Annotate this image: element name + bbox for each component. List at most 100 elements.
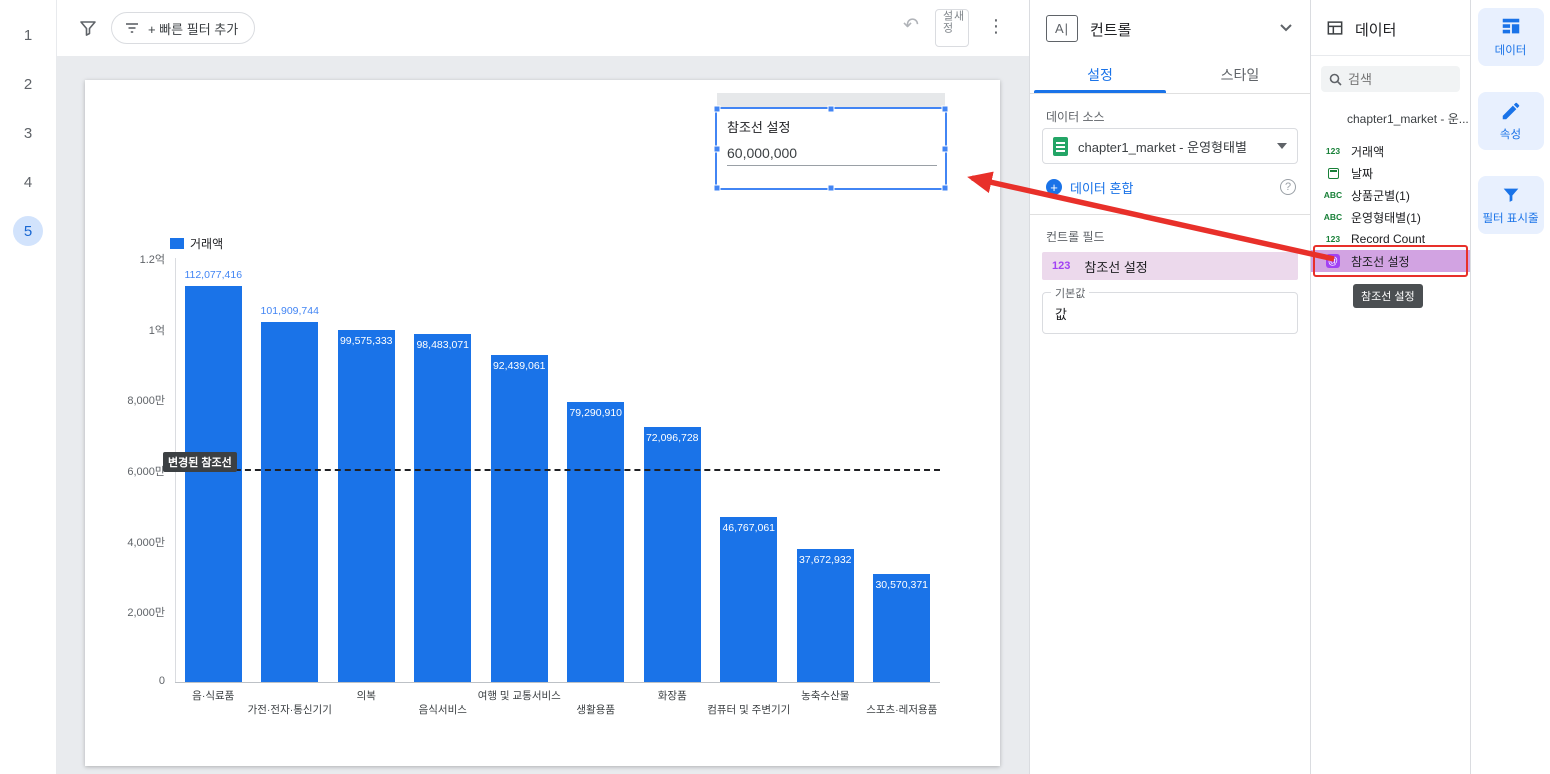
text-field-icon: ABC bbox=[1323, 212, 1343, 222]
bar-value-label: 92,439,061 bbox=[492, 360, 546, 372]
data-table-icon bbox=[1500, 16, 1522, 38]
y-axis-tick-label: 2,000만 bbox=[127, 607, 165, 620]
selection-handle[interactable] bbox=[827, 184, 835, 192]
tab-settings[interactable]: 설정 bbox=[1030, 56, 1170, 93]
y-axis-tick-label: 4,000만 bbox=[127, 536, 165, 549]
looker-studio-app: 12345 + 빠른 필터 추가 ↶ 새 설정 ⋮ 거래액 0 2,000만 4,0… bbox=[0, 0, 1550, 774]
control-widget[interactable]: 참조선 설정 bbox=[713, 105, 949, 192]
pencil-icon bbox=[1500, 100, 1522, 122]
bar-5[interactable] bbox=[567, 402, 625, 682]
default-value-box[interactable]: 기본값 값 bbox=[1042, 285, 1298, 334]
data-field-item[interactable]: ABC 운영형태별(1) bbox=[1311, 206, 1470, 228]
data-source-name: chapter1_market - 운영형태별 bbox=[1078, 139, 1247, 155]
selection-handle[interactable] bbox=[713, 145, 721, 152]
selection-handle[interactable] bbox=[713, 184, 721, 192]
filter-icon[interactable] bbox=[77, 17, 99, 39]
search-input[interactable] bbox=[1348, 71, 1452, 87]
sidebar-tile-label: 필터 표시줄 bbox=[1482, 213, 1539, 225]
text-field-icon: ABC bbox=[1323, 190, 1343, 200]
control-field-chip[interactable]: 123 참조선 설정 bbox=[1042, 252, 1298, 280]
bar-1[interactable] bbox=[261, 322, 319, 682]
bar-4[interactable] bbox=[490, 355, 548, 682]
report-page[interactable]: 거래액 0 2,000만 4,000만 6,000만 8,000만 1억 1.2억 112,0… bbox=[85, 80, 1000, 766]
bar-value-label: 99,575,333 bbox=[339, 335, 393, 347]
page-nav-item-3[interactable]: 3 bbox=[13, 118, 43, 148]
x-axis-category-label: 컴퓨터 및 주변기기 bbox=[707, 704, 791, 716]
x-axis-line bbox=[175, 682, 940, 683]
page-nav-item-2[interactable]: 2 bbox=[13, 69, 43, 99]
plus-circle-icon[interactable] bbox=[1046, 179, 1062, 195]
sidebar-tile-properties[interactable]: 속성 bbox=[1477, 92, 1544, 150]
reference-line bbox=[175, 469, 940, 471]
data-source-section-label: 데이터 소스 bbox=[1046, 110, 1105, 124]
selection-handle[interactable] bbox=[941, 105, 949, 113]
data-panel-header: 데이터 bbox=[1311, 0, 1470, 56]
bar-value-label: 79,290,910 bbox=[569, 407, 623, 419]
selection-handle[interactable] bbox=[941, 145, 949, 152]
x-axis-category-label: 여행 및 교통서비스 bbox=[477, 690, 561, 702]
sidebar-tile-label: 데이터 bbox=[1494, 45, 1527, 57]
filter-list-icon bbox=[126, 23, 138, 33]
data-field-item[interactable]: @ 참조선 설정 bbox=[1311, 250, 1470, 272]
number-field-icon: 123 bbox=[1052, 260, 1071, 272]
data-field-item[interactable]: 날짜 bbox=[1311, 162, 1470, 184]
search-box[interactable] bbox=[1321, 66, 1460, 92]
data-table-icon bbox=[1327, 21, 1343, 35]
control-field-section-label: 컨트롤 필드 bbox=[1046, 230, 1105, 244]
sidebar-tile-data[interactable]: 데이터 bbox=[1477, 8, 1544, 66]
bar-0[interactable] bbox=[184, 286, 242, 682]
field-tooltip: 참조선 설정 bbox=[1353, 284, 1423, 308]
control-panel-tabs: 설정 스타일 bbox=[1030, 56, 1310, 94]
data-field-item[interactable]: 123 Record Count bbox=[1311, 228, 1470, 250]
more-options-icon[interactable]: ⋮ bbox=[987, 16, 1005, 37]
bar-6[interactable] bbox=[643, 427, 701, 682]
default-value-label: 기본값 bbox=[1051, 285, 1090, 301]
control-properties-panel: 컨트롤 설정 스타일 데이터 소스 chapter1_market - 운영형태… bbox=[1029, 0, 1310, 774]
new-setting-button[interactable]: 새 설정 bbox=[935, 9, 969, 47]
chevron-down-icon[interactable] bbox=[1280, 24, 1292, 32]
help-icon[interactable] bbox=[1280, 179, 1296, 195]
sidebar-tile-filter-bar[interactable]: 필터 표시줄 bbox=[1477, 176, 1544, 234]
x-axis-category-label: 가전·전자·통신기기 bbox=[247, 704, 332, 716]
control-field-name: 참조선 설정 bbox=[1084, 259, 1148, 275]
bar-7[interactable] bbox=[720, 517, 778, 682]
add-quick-filter-button[interactable]: + 빠른 필터 추가 bbox=[111, 12, 256, 44]
bar-3[interactable] bbox=[414, 334, 472, 682]
y-axis-tick-label: 6,000만 bbox=[127, 466, 165, 478]
canvas-toolbar: + 빠른 필터 추가 ↶ 새 설정 ⋮ bbox=[57, 0, 1029, 56]
y-axis-tick-label: 8,000만 bbox=[127, 395, 165, 408]
caret-down-icon bbox=[1277, 143, 1287, 149]
undo-icon[interactable]: ↶ bbox=[903, 14, 919, 37]
text-control-icon bbox=[1046, 15, 1078, 42]
legend-label: 거래액 bbox=[190, 237, 224, 251]
right-sidebar: 데이터속성필터 표시줄 bbox=[1470, 0, 1550, 774]
bar-8[interactable] bbox=[796, 549, 854, 682]
data-field-item[interactable]: ABC 상품군별(1) bbox=[1311, 184, 1470, 206]
x-axis-category-label: 음·식료품 bbox=[192, 690, 235, 702]
selection-handle[interactable] bbox=[713, 105, 721, 113]
x-axis-category-label: 음식서비스 bbox=[418, 704, 467, 716]
selection-handle[interactable] bbox=[827, 105, 835, 113]
page-nav-item-4[interactable]: 4 bbox=[13, 167, 43, 197]
data-source-selector[interactable]: chapter1_market - 운영형태별 bbox=[1042, 128, 1298, 164]
parameter-icon: @ bbox=[1326, 254, 1340, 268]
bar-value-label: 30,570,371 bbox=[875, 579, 929, 591]
tab-style[interactable]: 스타일 bbox=[1170, 56, 1310, 93]
bar-value-label: 98,483,071 bbox=[416, 339, 470, 351]
blend-data-row: 데이터 혼합 bbox=[1046, 176, 1296, 198]
selection-handle[interactable] bbox=[941, 184, 949, 192]
control-panel-title: 컨트롤 bbox=[1090, 22, 1132, 39]
control-panel-header: 컨트롤 bbox=[1030, 0, 1310, 56]
blend-data-link[interactable]: 데이터 혼합 bbox=[1070, 178, 1272, 197]
reference-line-value-input[interactable] bbox=[727, 143, 937, 166]
bar-2[interactable] bbox=[337, 330, 395, 682]
chart-legend: 거래액 bbox=[170, 235, 223, 252]
page-list: 1 2 3 4 5 bbox=[0, 0, 57, 774]
search-icon bbox=[1329, 73, 1342, 86]
legend-swatch bbox=[170, 238, 184, 249]
page-nav-item-5[interactable]: 5 bbox=[13, 216, 43, 246]
page-nav-item-1[interactable]: 1 bbox=[13, 20, 43, 50]
x-axis-category-label: 의복 bbox=[356, 690, 376, 702]
data-field-item[interactable]: 123 거래액 bbox=[1311, 140, 1470, 162]
data-panel-title: 데이터 bbox=[1355, 22, 1397, 39]
